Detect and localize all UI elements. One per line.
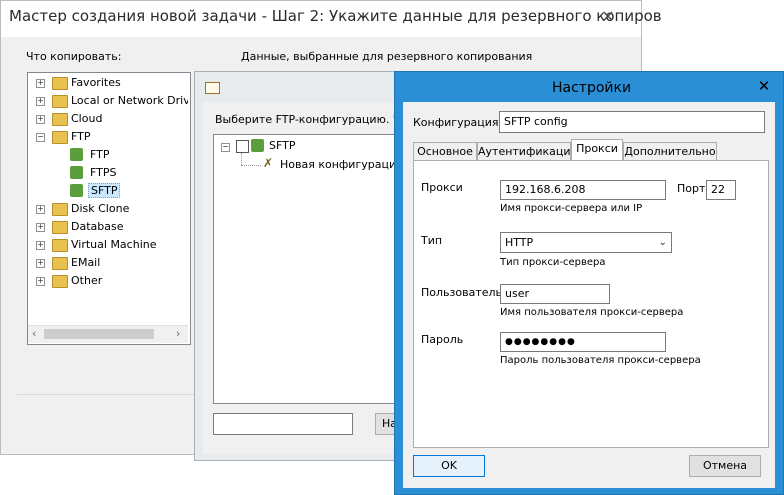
expand-icon[interactable]: + bbox=[36, 277, 45, 286]
password-label: Пароль bbox=[421, 333, 464, 346]
network-sftp-icon bbox=[70, 184, 83, 197]
network-ftp-icon bbox=[70, 148, 83, 161]
wizard-titlebar: Мастер создания новой задачи - Шаг 2: Ук… bbox=[1, 1, 662, 37]
config-label: Конфигурация bbox=[413, 116, 499, 129]
ftp-config-dialog: Выберите FTP-конфигурацию. Чтоб − SFTP ✗… bbox=[194, 71, 420, 461]
ftp-tree-new-config: Новая конфигурация bbox=[280, 158, 403, 171]
expand-icon[interactable]: + bbox=[36, 79, 45, 88]
folder-icon bbox=[52, 95, 68, 108]
expand-icon[interactable]: + bbox=[36, 205, 45, 214]
tree-item-local-network[interactable]: + Local or Network Drive bbox=[28, 92, 188, 110]
tree-horizontal-scrollbar[interactable]: ‹ › bbox=[28, 325, 188, 343]
expand-icon[interactable]: + bbox=[36, 259, 45, 268]
close-icon[interactable]: ✕ bbox=[593, 7, 623, 27]
ftp-name-input[interactable] bbox=[213, 413, 353, 435]
expand-icon[interactable]: + bbox=[36, 223, 45, 232]
tree-item-ftp-ftps[interactable]: FTPS bbox=[28, 164, 188, 182]
ftp-tree-root: SFTP bbox=[269, 139, 296, 152]
wizard-title: Мастер создания новой задачи - Шаг 2: Ук… bbox=[9, 7, 662, 25]
expand-icon[interactable]: + bbox=[36, 97, 45, 106]
tab-advanced[interactable]: Дополнительно bbox=[623, 142, 717, 160]
folder-icon bbox=[52, 77, 68, 90]
port-label: Порт bbox=[677, 182, 706, 195]
network-ftps-icon bbox=[70, 166, 83, 179]
user-hint: Имя пользователя прокси-сервера bbox=[500, 307, 684, 318]
folder-icon bbox=[52, 131, 68, 144]
tree-item-favorites[interactable]: + Favorites bbox=[28, 74, 188, 92]
proxy-type-select[interactable]: HTTP ⌄ bbox=[500, 232, 672, 253]
proxy-label: Прокси bbox=[421, 181, 463, 194]
password-hint: Пароль пользователя прокси-сервера bbox=[500, 355, 701, 366]
sftp-server-icon bbox=[251, 139, 264, 152]
folder-icon bbox=[52, 221, 68, 234]
what-to-copy-label: Что копировать: bbox=[26, 50, 122, 63]
collapse-icon[interactable]: − bbox=[36, 133, 45, 142]
tree-item-cloud[interactable]: + Cloud bbox=[28, 110, 188, 128]
settings-title: Настройки bbox=[552, 80, 632, 96]
folder-icon bbox=[52, 239, 68, 252]
folder-icon bbox=[52, 275, 68, 288]
close-icon[interactable]: ✕ bbox=[751, 77, 777, 97]
scroll-thumb[interactable] bbox=[44, 329, 154, 339]
collapse-icon[interactable]: − bbox=[221, 143, 230, 152]
proxy-host-input[interactable]: 192.168.6.208 bbox=[500, 180, 666, 200]
tree-item-email[interactable]: + EMail bbox=[28, 254, 188, 272]
ftp-prompt-text: Выберите FTP-конфигурацию. Чтоб bbox=[215, 113, 421, 126]
proxy-port-input[interactable]: 22 bbox=[706, 180, 736, 200]
scroll-right-icon[interactable]: › bbox=[176, 327, 180, 340]
scroll-left-icon[interactable]: ‹ bbox=[32, 327, 36, 340]
expand-icon[interactable]: + bbox=[36, 115, 45, 124]
proxy-password-input[interactable]: ●●●●●●●● bbox=[500, 332, 666, 352]
folder-open-icon bbox=[205, 82, 220, 94]
proxy-type-value: HTTP bbox=[505, 236, 534, 249]
proxy-tab-panel: Прокси 192.168.6.208 Порт 22 Имя прокси-… bbox=[413, 160, 769, 448]
expand-icon[interactable]: + bbox=[36, 241, 45, 250]
tree-item-ftp-sftp[interactable]: SFTP bbox=[28, 182, 188, 200]
type-hint: Тип прокси-сервера bbox=[500, 257, 606, 268]
source-tree[interactable]: + Favorites + Local or Network Drive + C… bbox=[27, 72, 191, 345]
tab-proxy[interactable]: Прокси bbox=[571, 139, 623, 160]
type-label: Тип bbox=[421, 234, 443, 247]
config-name-input[interactable]: SFTP config bbox=[499, 111, 765, 133]
selected-data-label: Данные, выбранные для резервного копиров… bbox=[241, 50, 533, 63]
user-label: Пользователь bbox=[421, 286, 503, 299]
tree-item-database[interactable]: + Database bbox=[28, 218, 188, 236]
tree-item-disk-clone[interactable]: + Disk Clone bbox=[28, 200, 188, 218]
tree-item-virtual-machine[interactable]: + Virtual Machine bbox=[28, 236, 188, 254]
cancel-button[interactable]: Отмена bbox=[689, 455, 761, 477]
settings-dialog: Настройки ✕ Конфигурация SFTP config Осн… bbox=[394, 71, 784, 495]
ftp-config-tree[interactable]: − SFTP ✗ Новая конфигурация bbox=[213, 134, 415, 404]
chevron-down-icon[interactable]: ⌄ bbox=[659, 233, 667, 252]
folder-icon bbox=[52, 203, 68, 216]
checkbox[interactable] bbox=[236, 140, 249, 153]
ftp-dialog-client: Выберите FTP-конфигурацию. Чтоб − SFTP ✗… bbox=[203, 102, 420, 454]
tab-general[interactable]: Основное bbox=[413, 142, 477, 160]
new-config-icon: ✗ bbox=[263, 156, 274, 170]
proxy-user-input[interactable]: user bbox=[500, 284, 610, 304]
tree-item-ftp[interactable]: − FTP bbox=[28, 128, 188, 146]
folder-icon bbox=[52, 113, 68, 126]
settings-client: Конфигурация SFTP config Основное Аутент… bbox=[403, 102, 775, 488]
tab-strip: Основное Аутентификация Прокси Дополните… bbox=[413, 139, 767, 161]
proxy-hint: Имя прокси-сервера или IP bbox=[500, 203, 643, 214]
tree-item-ftp-ftp[interactable]: FTP bbox=[28, 146, 188, 164]
tree-item-other[interactable]: + Other bbox=[28, 272, 188, 290]
folder-icon bbox=[52, 257, 68, 270]
tab-authentication[interactable]: Аутентификация bbox=[477, 142, 577, 160]
ok-button[interactable]: OK bbox=[413, 455, 485, 477]
